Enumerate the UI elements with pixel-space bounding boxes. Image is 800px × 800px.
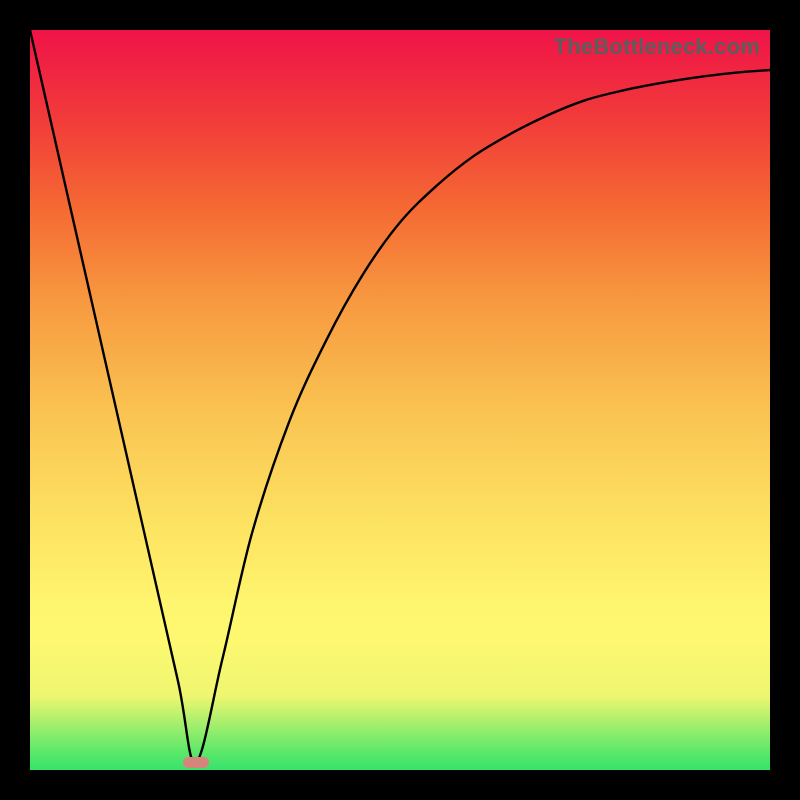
minimum-marker	[183, 757, 209, 768]
curve-path	[30, 30, 770, 763]
bottleneck-curve	[30, 30, 770, 770]
plot-area: TheBottleneck.com	[30, 30, 770, 770]
chart-frame: TheBottleneck.com	[0, 0, 800, 800]
